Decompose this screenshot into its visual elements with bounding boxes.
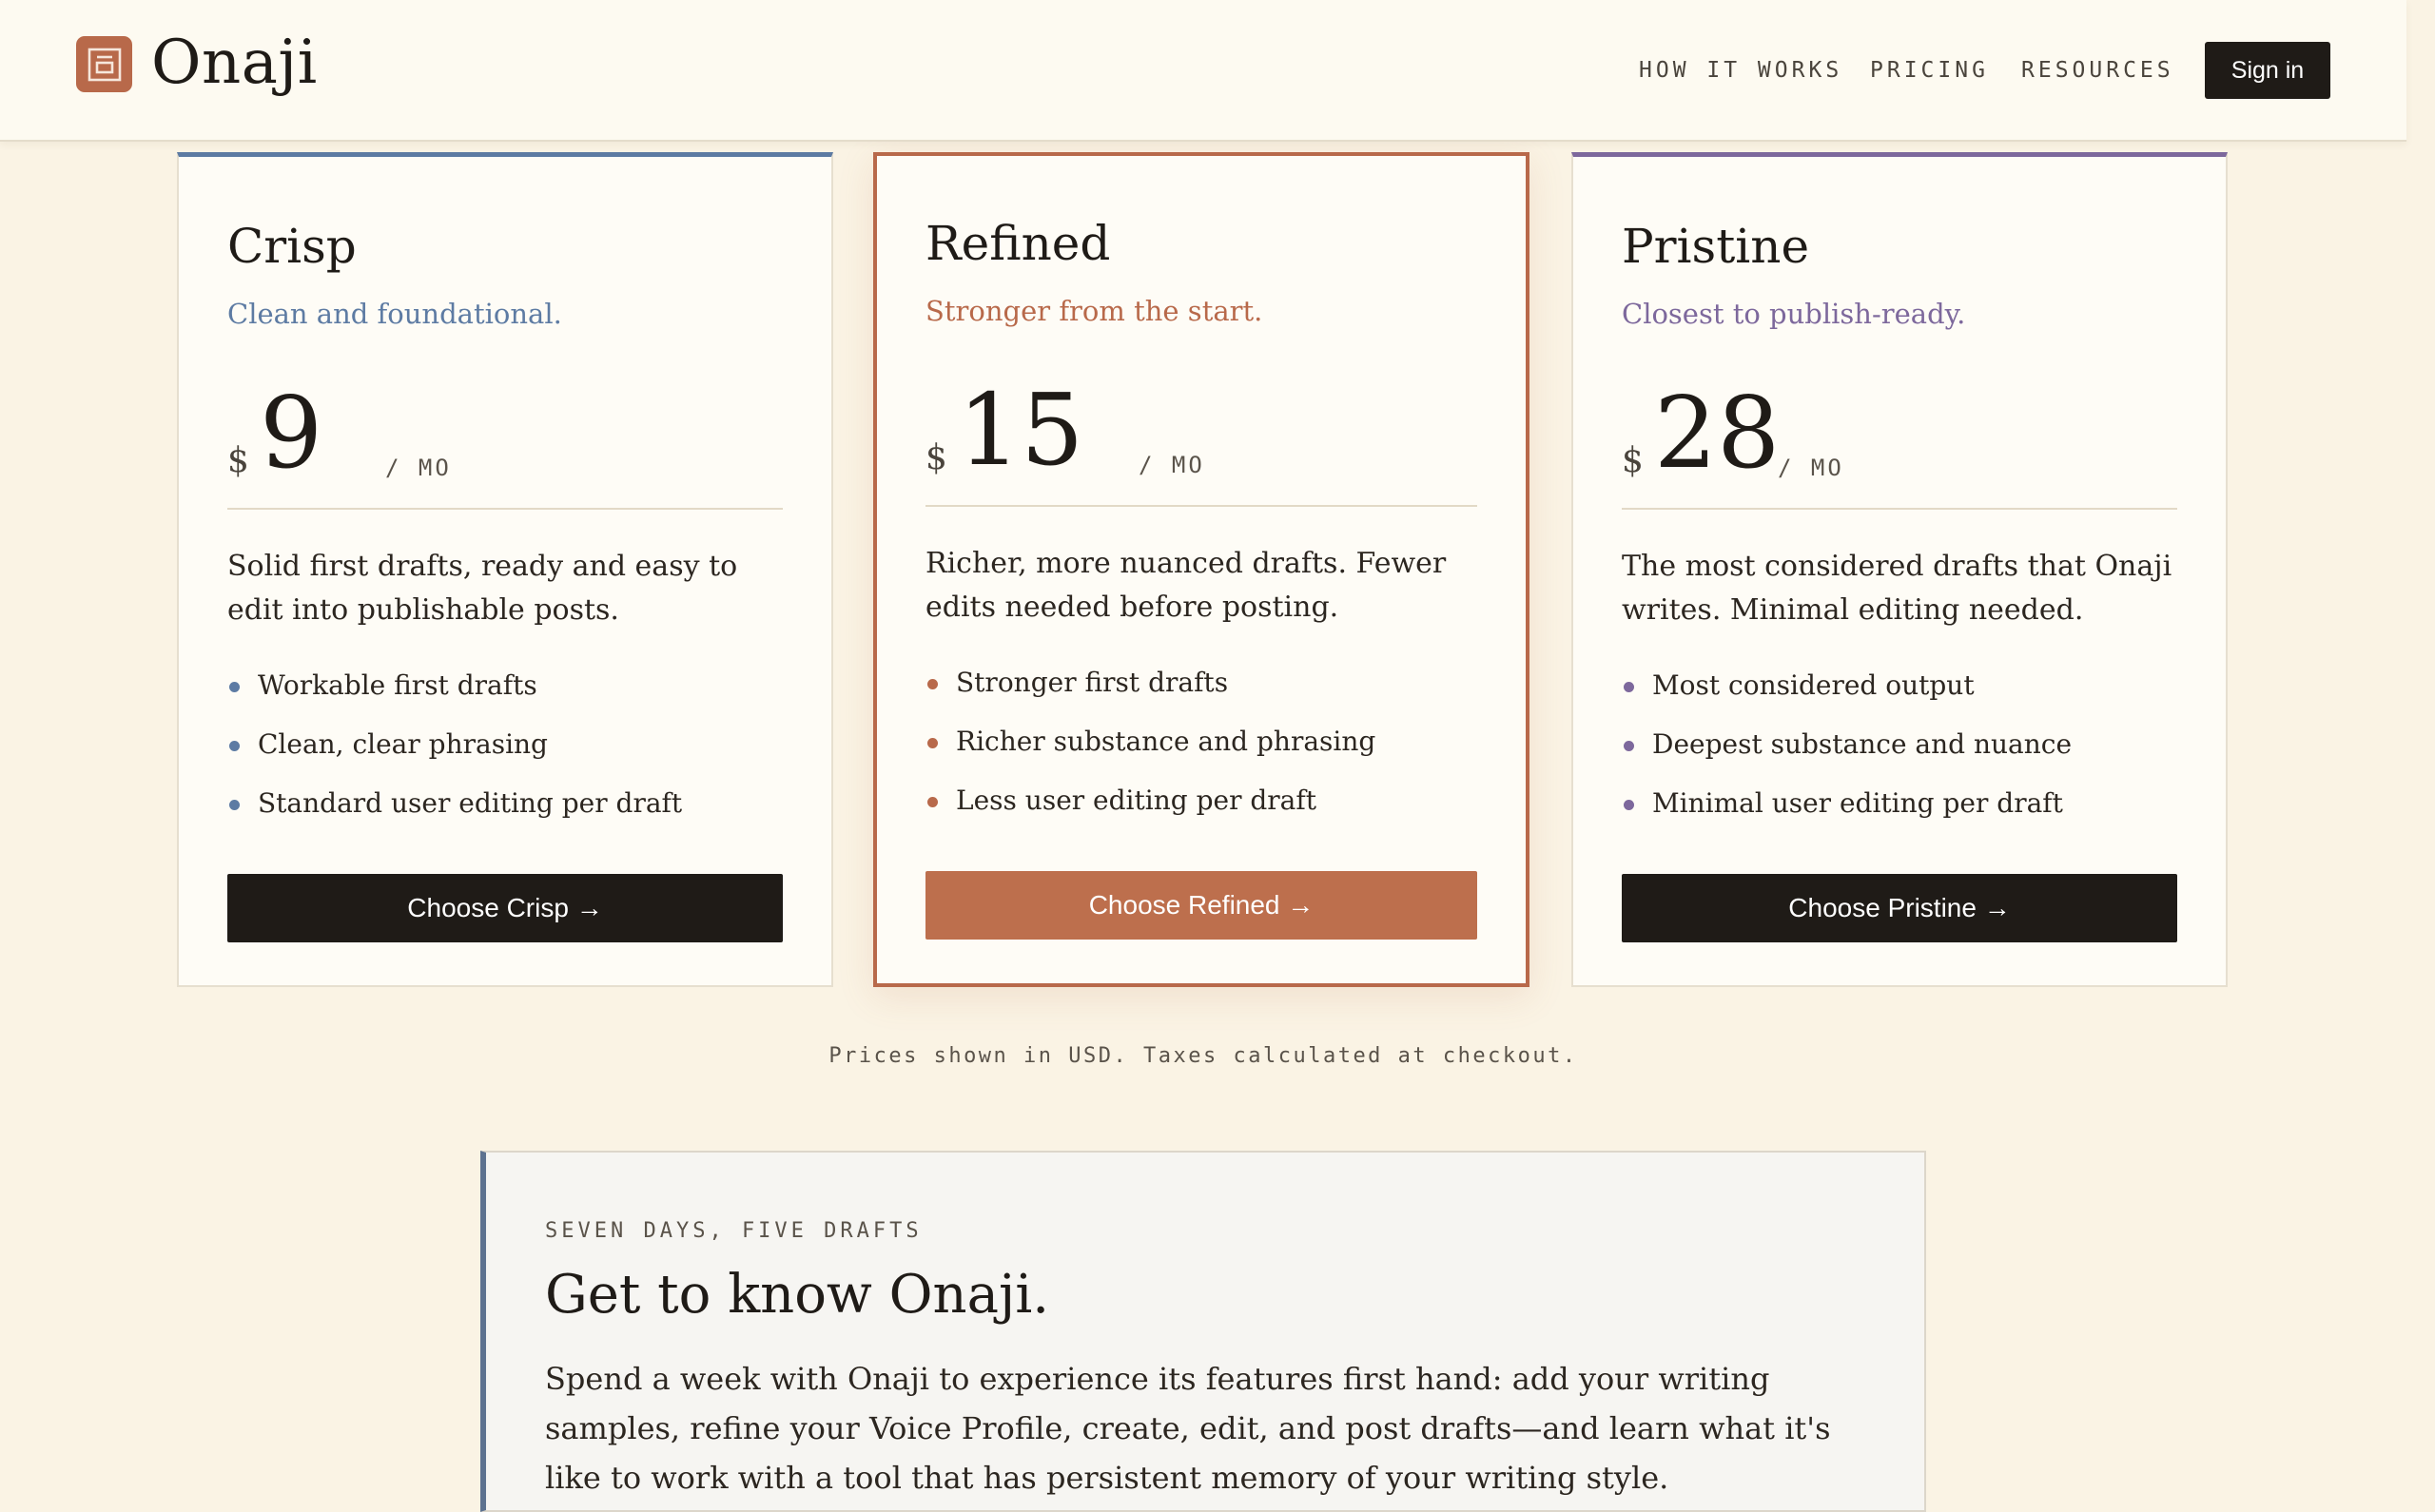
plan-description: Richer, more nuanced drafts. Fewer edits… [925, 547, 1447, 624]
list-item: Clean, clear phrasing [227, 722, 783, 781]
trial-body: Spend a week with Onaji to experience it… [545, 1361, 1831, 1496]
list-item: Minimal user editing per draft [1622, 781, 2177, 840]
bullet-icon [229, 800, 240, 810]
plan-tagline: Closest to publish-ready. [1622, 298, 1966, 330]
price-currency: $ [1622, 441, 1644, 480]
plan-description: The most considered drafts that Onaji wr… [1622, 550, 2172, 627]
trial-title: Get to know Onaji. [545, 1264, 1050, 1326]
choose-pristine-button[interactable]: Choose Pristine → [1622, 874, 2177, 942]
nav-pricing[interactable]: PRICING [1870, 56, 1989, 85]
plan-tagline: Clean and foundational. [227, 298, 562, 330]
plan-name: Crisp [227, 219, 357, 274]
bullet-icon [1624, 741, 1634, 751]
list-item: Stronger first drafts [925, 660, 1477, 719]
onaji-logo-icon[interactable] [76, 36, 132, 92]
price-period: / MO [385, 455, 452, 481]
divider [227, 508, 783, 510]
price-currency: $ [227, 441, 249, 480]
feature-label: Workable first drafts [258, 669, 537, 701]
list-item: Richer substance and phrasing [925, 719, 1477, 778]
list-item: Workable first drafts [227, 663, 783, 722]
feature-label: Most considered output [1652, 669, 1975, 701]
choose-refined-button[interactable]: Choose Refined → [925, 871, 1477, 940]
trial-eyebrow: SEVEN DAYS, FIVE DRAFTS [545, 1219, 923, 1243]
bullet-icon [927, 679, 938, 689]
divider [1622, 508, 2177, 510]
choose-crisp-button[interactable]: Choose Crisp → [227, 874, 783, 942]
site-header: Onaji HOW IT WORKS PRICING RESOURCES Sig… [0, 0, 2406, 142]
feature-label: Deepest substance and nuance [1652, 728, 2073, 760]
sign-in-button[interactable]: Sign in [2205, 42, 2330, 99]
list-item: Standard user editing per draft [227, 781, 783, 840]
bullet-icon [927, 738, 938, 748]
nav-how-it-works[interactable]: HOW IT WORKS [1639, 56, 1842, 85]
plan-tagline: Stronger from the start. [925, 295, 1263, 327]
pricing-note: Prices shown in USD. Taxes calculated at… [828, 1044, 1578, 1068]
price: $ 28 / MO [1622, 376, 2177, 490]
plan-description: Solid first drafts, ready and easy to ed… [227, 550, 738, 627]
list-item: Less user editing per draft [925, 778, 1477, 837]
feature-list: Workable first drafts Clean, clear phras… [227, 663, 783, 840]
feature-label: Stronger first drafts [956, 667, 1229, 698]
trial-callout: SEVEN DAYS, FIVE DRAFTS Get to know Onaj… [480, 1151, 1926, 1512]
nav-resources[interactable]: RESOURCES [2021, 56, 2174, 85]
divider [925, 505, 1477, 507]
plan-name: Pristine [1622, 219, 1810, 274]
list-item: Most considered output [1622, 663, 2177, 722]
plan-name: Refined [925, 216, 1111, 271]
brand-name[interactable]: Onaji [151, 25, 318, 101]
feature-label: Less user editing per draft [956, 785, 1316, 816]
price: $ 15 / MO [925, 373, 1477, 487]
price-value: 28 [1654, 375, 1781, 491]
bullet-icon [1624, 682, 1634, 692]
feature-list: Most considered output Deepest substance… [1622, 663, 2177, 840]
bullet-icon [927, 797, 938, 807]
plan-card-refined: Refined Stronger from the start. $ 15 / … [873, 152, 1529, 987]
bullet-icon [229, 741, 240, 751]
list-item: Deepest substance and nuance [1622, 722, 2177, 781]
plan-card-crisp: Crisp Clean and foundational. $ 9 / MO S… [177, 152, 833, 987]
price-period: / MO [1139, 452, 1205, 478]
feature-label: Standard user editing per draft [258, 787, 683, 819]
feature-list: Stronger first drafts Richer substance a… [925, 660, 1477, 837]
price: $ 9 / MO [227, 376, 783, 490]
bullet-icon [1624, 800, 1634, 810]
bullet-icon [229, 682, 240, 692]
price-period: / MO [1778, 455, 1844, 481]
plan-card-pristine: Pristine Closest to publish-ready. $ 28 … [1571, 152, 2228, 987]
price-value: 9 [260, 375, 323, 491]
price-value: 15 [958, 372, 1084, 488]
price-currency: $ [925, 438, 947, 477]
feature-label: Richer substance and phrasing [956, 726, 1376, 757]
feature-label: Clean, clear phrasing [258, 728, 548, 760]
feature-label: Minimal user editing per draft [1652, 787, 2063, 819]
